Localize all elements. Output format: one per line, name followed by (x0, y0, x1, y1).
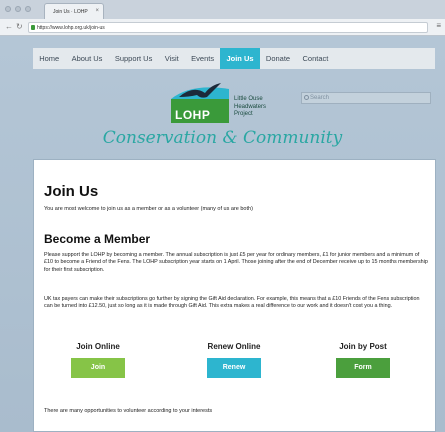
nav-item-support-us[interactable]: Support Us (109, 48, 159, 69)
tab-close-icon[interactable]: × (95, 8, 99, 14)
website: Home About Us Support Us Visit Events Jo… (0, 36, 445, 432)
join-online-title: Join Online (76, 342, 120, 351)
nav-item-events[interactable]: Events (185, 48, 220, 69)
welcome-text: You are most welcome to join us as a mem… (44, 206, 253, 212)
search-placeholder: Search (310, 95, 330, 101)
page-title: Join Us (44, 183, 99, 200)
renew-online-section: Renew Online Renew (189, 342, 279, 378)
renew-online-title: Renew Online (207, 342, 261, 351)
main-nav: Home About Us Support Us Visit Events Jo… (33, 48, 435, 69)
minimize-window-icon[interactable] (15, 6, 21, 12)
nav-item-visit[interactable]: Visit (159, 48, 185, 69)
volunteer-note: There are many opportunities to voluntee… (44, 408, 213, 414)
address-bar[interactable]: https://www.lohp.org.uk/join-us (28, 22, 428, 33)
search-input[interactable]: Search (301, 92, 431, 104)
nav-item-donate[interactable]: Donate (260, 48, 297, 69)
logo-text: LOHP (175, 108, 211, 122)
join-button[interactable]: Join (71, 358, 125, 378)
join-by-post-title: Join by Post (339, 342, 387, 351)
gift-aid-paragraph: UK tax payers can make their subscriptio… (44, 296, 420, 310)
join-by-post-section: Join by Post Form (318, 342, 408, 378)
window-controls (5, 6, 31, 12)
url-text: https://www.lohp.org.uk/join-us (37, 25, 105, 31)
close-window-icon[interactable] (5, 6, 11, 12)
renew-button[interactable]: Renew (207, 358, 261, 378)
nav-item-join-us[interactable]: Join Us (220, 48, 260, 69)
form-button[interactable]: Form (336, 358, 390, 378)
maximize-window-icon[interactable] (25, 6, 31, 12)
lock-icon (31, 25, 35, 30)
browser-toolbar: ← ↻ https://www.lohp.org.uk/join-us ≡ (0, 19, 445, 36)
nav-item-contact[interactable]: Contact (296, 48, 334, 69)
nav-item-home[interactable]: Home (33, 48, 65, 69)
reload-icon[interactable]: ↻ (16, 22, 23, 31)
browser-tab-bar: Join Us · LOHP × (0, 0, 445, 19)
join-online-section: Join Online Join (53, 342, 143, 378)
tagline: Conservation & Community (102, 128, 343, 148)
tab-title: Join Us · LOHP (53, 9, 88, 15)
search-icon (304, 95, 309, 100)
browser-tab[interactable]: Join Us · LOHP × (44, 3, 104, 19)
nav-item-about-us[interactable]: About Us (65, 48, 108, 69)
member-heading: Become a Member (44, 232, 151, 246)
menu-icon[interactable]: ≡ (436, 21, 441, 30)
back-icon[interactable]: ← (5, 22, 13, 31)
org-name: Little Ouse Headwaters Project (234, 96, 267, 117)
membership-paragraph: Please support the LOHP by becoming a me… (44, 252, 428, 273)
main-content: Join Us You are most welcome to join us … (33, 159, 436, 432)
